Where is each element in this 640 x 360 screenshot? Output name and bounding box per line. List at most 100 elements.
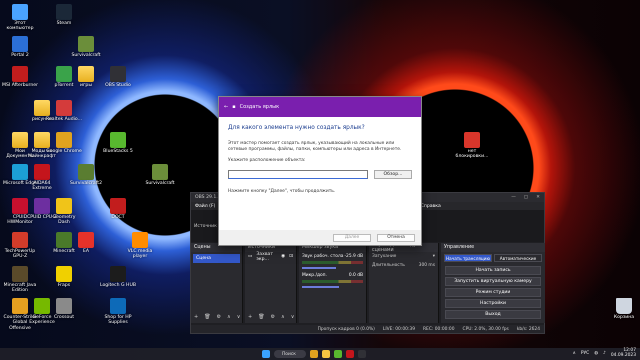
scene-item[interactable]: Сцена bbox=[193, 254, 240, 263]
source-down-button[interactable]: ∨ bbox=[291, 314, 295, 320]
computer-icon bbox=[12, 4, 28, 20]
network-icon[interactable]: ◍ bbox=[594, 351, 598, 356]
desktop-icon[interactable]: Fraps bbox=[46, 266, 82, 288]
folder-icon bbox=[78, 66, 94, 82]
windows-start-icon[interactable] bbox=[262, 350, 270, 358]
desktop-icon-label: Shop for HP Supplies bbox=[104, 315, 132, 326]
desktop-icon[interactable]: Logitech G HUB bbox=[100, 266, 136, 288]
cancel-button[interactable]: Отмена bbox=[377, 233, 415, 242]
desktop-icon[interactable]: AIDA64 Extreme bbox=[24, 164, 60, 192]
desktop-icon[interactable]: VLC media player bbox=[122, 232, 158, 260]
back-arrow-icon[interactable]: ← bbox=[224, 104, 228, 110]
desktop-icon[interactable]: Geometry Dash bbox=[46, 198, 82, 226]
source-item[interactable]: ▭ Захват экр... ◉ ⊡ bbox=[245, 252, 296, 262]
desktop-icon[interactable]: Survivalcraft2 bbox=[68, 164, 104, 186]
file-explorer-icon[interactable] bbox=[322, 350, 330, 358]
desktop-icon-label: Корзина bbox=[613, 315, 635, 320]
desktop-icon[interactable]: Steam bbox=[46, 4, 82, 26]
desktop-icon[interactable]: Google Chrome bbox=[46, 132, 82, 154]
desktop-icon[interactable]: Survivalcraft bbox=[142, 164, 178, 186]
app-icon bbox=[56, 266, 72, 282]
desktop-icon[interactable]: Minecraft Java Edition bbox=[2, 266, 38, 294]
chrome-icon[interactable] bbox=[310, 350, 318, 358]
taskbar-search[interactable]: Поиск bbox=[274, 350, 306, 358]
dialog-header: ← ▪ Создать ярлык bbox=[219, 97, 421, 117]
transition-type[interactable]: Затухание ▾ bbox=[369, 252, 438, 261]
volume-icon[interactable]: ♪ bbox=[603, 351, 606, 356]
transitions-dock: Переходы между сценами Затухание▾ Длител… bbox=[369, 243, 439, 323]
desktop-icon-label: TechPowerUp GPU-Z bbox=[4, 249, 36, 260]
system-tray: ∧ РУС ◍ ♪ 12:07 04.09.2023 bbox=[573, 348, 636, 359]
channel-name: Звук рабоч. стола bbox=[302, 254, 344, 259]
desktop-icon[interactable]: Crossout bbox=[46, 298, 82, 320]
app-icon bbox=[56, 4, 72, 20]
volume-slider[interactable] bbox=[302, 267, 336, 269]
desktop-icon-label: Google Chrome bbox=[46, 149, 82, 154]
desktop-icon[interactable]: Realtek Audio... bbox=[46, 100, 82, 122]
taskbar: Поиск ∧ РУС ◍ ♪ 12:07 04.09.2023 bbox=[0, 348, 640, 360]
desktop-icon-label: Minecraft Java Edition bbox=[3, 283, 37, 294]
transition-duration[interactable]: Длительность 300 ms bbox=[369, 261, 438, 270]
settings-button[interactable]: Настройки bbox=[445, 299, 541, 308]
desktop-icon[interactable]: EA bbox=[68, 232, 104, 254]
start-recording-button[interactable]: Начать запись bbox=[445, 266, 541, 275]
app-icon bbox=[34, 164, 50, 180]
scene-settings-button[interactable]: ⚙ bbox=[217, 314, 221, 320]
add-source-button[interactable]: + bbox=[248, 314, 252, 320]
next-button[interactable]: Далее bbox=[333, 233, 371, 242]
taskbar-apps: Поиск bbox=[262, 350, 366, 358]
desktop-icon[interactable]: TechPowerUp GPU-Z bbox=[2, 232, 38, 260]
app-icon bbox=[78, 164, 94, 180]
exit-button[interactable]: Выход bbox=[445, 310, 541, 319]
browse-button[interactable]: Обзор... bbox=[374, 169, 412, 179]
desktop-icon-label: BlueStacks 5 bbox=[103, 149, 133, 154]
maximize-button[interactable]: ▢ bbox=[524, 195, 528, 200]
start-virtual-camera-button[interactable]: Запустить виртуальную камеру bbox=[445, 277, 541, 286]
volume-slider[interactable] bbox=[302, 286, 339, 288]
desktop-icon[interactable]: MSI Afterburner bbox=[2, 66, 38, 88]
aida64-icon[interactable] bbox=[346, 350, 354, 358]
scene-down-button[interactable]: ∨ bbox=[237, 314, 241, 320]
menu-file[interactable]: Файл (F) bbox=[195, 204, 215, 209]
mixer-channel-mic: Микр./доп. 0.0 dB bbox=[299, 271, 366, 290]
language-indicator[interactable]: РУС bbox=[581, 351, 589, 356]
desktop-icon[interactable]: Корзина bbox=[606, 298, 640, 320]
desktop-icon[interactable]: DOCT bbox=[100, 198, 136, 220]
desktop-icon[interactable]: BlueStacks 5 bbox=[100, 132, 136, 154]
desktop-icon[interactable]: игры bbox=[68, 66, 104, 88]
close-button[interactable]: ✕ bbox=[536, 195, 540, 200]
remove-scene-button[interactable]: 🗑 bbox=[204, 314, 210, 320]
desktop-icon[interactable]: OBS Studio bbox=[100, 66, 136, 88]
obs-window-controls: — ▢ ✕ bbox=[511, 195, 540, 200]
desktop-icon[interactable]: Portal 2 bbox=[2, 36, 38, 58]
duration-value[interactable]: 300 ms bbox=[419, 263, 435, 268]
dropped-frames: Пропуск кадров 0 (0.0%) bbox=[317, 326, 375, 332]
desktop-icon[interactable]: Shop for HP Supplies bbox=[100, 298, 136, 326]
remove-source-button[interactable]: 🗑 bbox=[258, 314, 264, 320]
studio-mode-button[interactable]: Режим студии bbox=[445, 288, 541, 297]
eye-icon[interactable]: ◉ bbox=[281, 254, 285, 259]
desktop-icon-label: VLC media player bbox=[127, 249, 153, 260]
desktop-icon[interactable]: нет блокировки... bbox=[454, 132, 490, 160]
clock[interactable]: 12:07 04.09.2023 bbox=[611, 348, 636, 359]
bluestacks-icon[interactable] bbox=[334, 350, 342, 358]
desktop-icon-label: Fraps bbox=[57, 283, 71, 288]
source-settings-button[interactable]: ⚙ bbox=[271, 314, 275, 320]
start-streaming-button[interactable]: Начать трансляцию bbox=[444, 254, 492, 262]
scene-up-button[interactable]: ∧ bbox=[227, 314, 231, 320]
desktop-icon[interactable]: Этот компьютер bbox=[2, 4, 38, 32]
location-input[interactable] bbox=[228, 169, 368, 179]
auto-config-button[interactable]: Автоматические bbox=[494, 254, 542, 262]
menu-help[interactable]: Справка bbox=[421, 204, 441, 209]
add-scene-button[interactable]: + bbox=[194, 314, 198, 320]
app-icon bbox=[110, 132, 126, 148]
source-up-button[interactable]: ∧ bbox=[281, 314, 285, 320]
desktop-icon[interactable]: Survivalcraft bbox=[68, 36, 104, 58]
desktop-icon-label: Этот компьютер bbox=[6, 21, 34, 32]
tray-chevron-icon[interactable]: ∧ bbox=[573, 351, 576, 356]
lock-icon[interactable]: ⊡ bbox=[289, 254, 293, 259]
obs-icon[interactable] bbox=[358, 350, 366, 358]
minimize-button[interactable]: — bbox=[511, 195, 516, 200]
sources-toolbar: + 🗑 ⚙ ∧ ∨ bbox=[248, 314, 294, 320]
create-shortcut-dialog[interactable]: ← ▪ Создать ярлык Для какого элемента ну… bbox=[218, 96, 422, 246]
